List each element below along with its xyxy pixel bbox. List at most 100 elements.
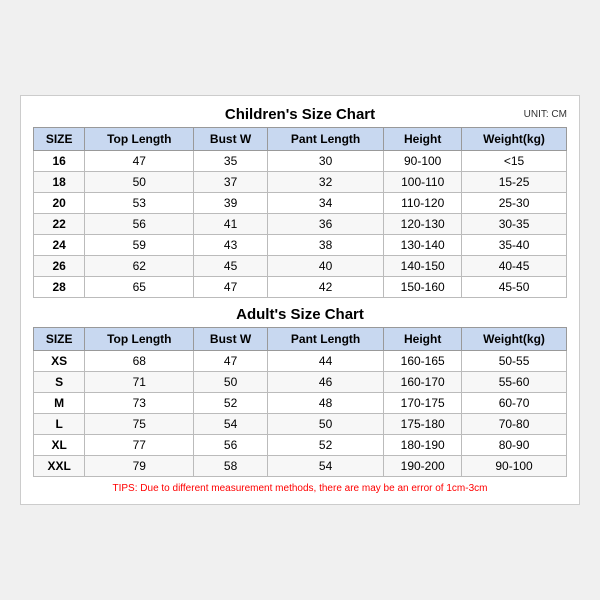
table-cell: 190-200 xyxy=(384,456,462,477)
table-cell: S xyxy=(34,372,85,393)
table-cell: 56 xyxy=(194,435,268,456)
table-cell: 47 xyxy=(194,351,268,372)
table-row: XS684744160-16550-55 xyxy=(34,351,567,372)
table-cell: 50 xyxy=(85,172,194,193)
table-cell: 45-50 xyxy=(462,277,567,298)
table-cell: 180-190 xyxy=(384,435,462,456)
adult-table: SIZE Top Length Bust W Pant Length Heigh… xyxy=(33,327,567,477)
table-row: XXL795854190-20090-100 xyxy=(34,456,567,477)
table-cell: 41 xyxy=(194,214,268,235)
table-cell: 77 xyxy=(85,435,194,456)
table-cell: 100-110 xyxy=(384,172,462,193)
table-cell: 62 xyxy=(85,256,194,277)
table-cell: XS xyxy=(34,351,85,372)
table-cell: 28 xyxy=(34,277,85,298)
table-cell: 60-70 xyxy=(462,393,567,414)
table-cell: 90-100 xyxy=(384,151,462,172)
table-cell: 44 xyxy=(267,351,383,372)
table-cell: 52 xyxy=(194,393,268,414)
table-cell: 35 xyxy=(194,151,268,172)
table-cell: 52 xyxy=(267,435,383,456)
col-height: Height xyxy=(384,128,462,151)
table-row: 22564136120-13030-35 xyxy=(34,214,567,235)
table-row: 1647353090-100<15 xyxy=(34,151,567,172)
table-cell: 170-175 xyxy=(384,393,462,414)
table-cell: 50 xyxy=(194,372,268,393)
table-cell: 35-40 xyxy=(462,235,567,256)
table-cell: 70-80 xyxy=(462,414,567,435)
col-size: SIZE xyxy=(34,128,85,151)
table-cell: 36 xyxy=(267,214,383,235)
table-cell: L xyxy=(34,414,85,435)
table-cell: 160-165 xyxy=(384,351,462,372)
col-bust-w-a: Bust W xyxy=(194,328,268,351)
table-cell: 30 xyxy=(267,151,383,172)
table-row: 18503732100-11015-25 xyxy=(34,172,567,193)
col-pant-length: Pant Length xyxy=(267,128,383,151)
chart-container: Children's Size Chart UNIT: CM SIZE Top … xyxy=(20,95,580,505)
table-cell: 46 xyxy=(267,372,383,393)
adult-title-row: Adult's Size Chart xyxy=(33,306,567,323)
table-cell: 38 xyxy=(267,235,383,256)
col-pant-length-a: Pant Length xyxy=(267,328,383,351)
table-row: 26624540140-15040-45 xyxy=(34,256,567,277)
table-cell: 42 xyxy=(267,277,383,298)
table-cell: 45 xyxy=(194,256,268,277)
table-cell: 160-170 xyxy=(384,372,462,393)
table-cell: XL xyxy=(34,435,85,456)
table-cell: 80-90 xyxy=(462,435,567,456)
table-cell: 22 xyxy=(34,214,85,235)
table-cell: 37 xyxy=(194,172,268,193)
table-cell: 73 xyxy=(85,393,194,414)
table-cell: 140-150 xyxy=(384,256,462,277)
table-cell: 90-100 xyxy=(462,456,567,477)
table-cell: 26 xyxy=(34,256,85,277)
col-weight-a: Weight(kg) xyxy=(462,328,567,351)
col-size-a: SIZE xyxy=(34,328,85,351)
table-cell: 50-55 xyxy=(462,351,567,372)
col-top-length-a: Top Length xyxy=(85,328,194,351)
table-cell: 56 xyxy=(85,214,194,235)
table-cell: 58 xyxy=(194,456,268,477)
table-cell: 130-140 xyxy=(384,235,462,256)
adult-title: Adult's Size Chart xyxy=(236,306,364,323)
table-cell: 15-25 xyxy=(462,172,567,193)
table-cell: 65 xyxy=(85,277,194,298)
table-cell: 40-45 xyxy=(462,256,567,277)
table-cell: 150-160 xyxy=(384,277,462,298)
table-cell: 16 xyxy=(34,151,85,172)
table-cell: 25-30 xyxy=(462,193,567,214)
table-cell: 20 xyxy=(34,193,85,214)
table-cell: 48 xyxy=(267,393,383,414)
table-cell: 79 xyxy=(85,456,194,477)
children-table: SIZE Top Length Bust W Pant Length Heigh… xyxy=(33,127,567,298)
table-row: S715046160-17055-60 xyxy=(34,372,567,393)
table-cell: 59 xyxy=(85,235,194,256)
table-cell: M xyxy=(34,393,85,414)
table-cell: 75 xyxy=(85,414,194,435)
table-cell: <15 xyxy=(462,151,567,172)
table-cell: 71 xyxy=(85,372,194,393)
table-cell: 39 xyxy=(194,193,268,214)
table-cell: 40 xyxy=(267,256,383,277)
col-weight: Weight(kg) xyxy=(462,128,567,151)
table-cell: 30-35 xyxy=(462,214,567,235)
table-cell: 53 xyxy=(85,193,194,214)
table-row: 20533934110-12025-30 xyxy=(34,193,567,214)
children-title: Children's Size Chart xyxy=(225,106,375,123)
col-height-a: Height xyxy=(384,328,462,351)
table-cell: 50 xyxy=(267,414,383,435)
table-row: L755450175-18070-80 xyxy=(34,414,567,435)
table-cell: 68 xyxy=(85,351,194,372)
table-row: M735248170-17560-70 xyxy=(34,393,567,414)
table-cell: 120-130 xyxy=(384,214,462,235)
col-bust-w: Bust W xyxy=(194,128,268,151)
table-cell: 47 xyxy=(85,151,194,172)
table-cell: 47 xyxy=(194,277,268,298)
table-cell: 110-120 xyxy=(384,193,462,214)
table-row: XL775652180-19080-90 xyxy=(34,435,567,456)
table-cell: 43 xyxy=(194,235,268,256)
unit-label: UNIT: CM xyxy=(524,109,567,120)
children-title-row: Children's Size Chart UNIT: CM xyxy=(33,106,567,123)
table-cell: 32 xyxy=(267,172,383,193)
